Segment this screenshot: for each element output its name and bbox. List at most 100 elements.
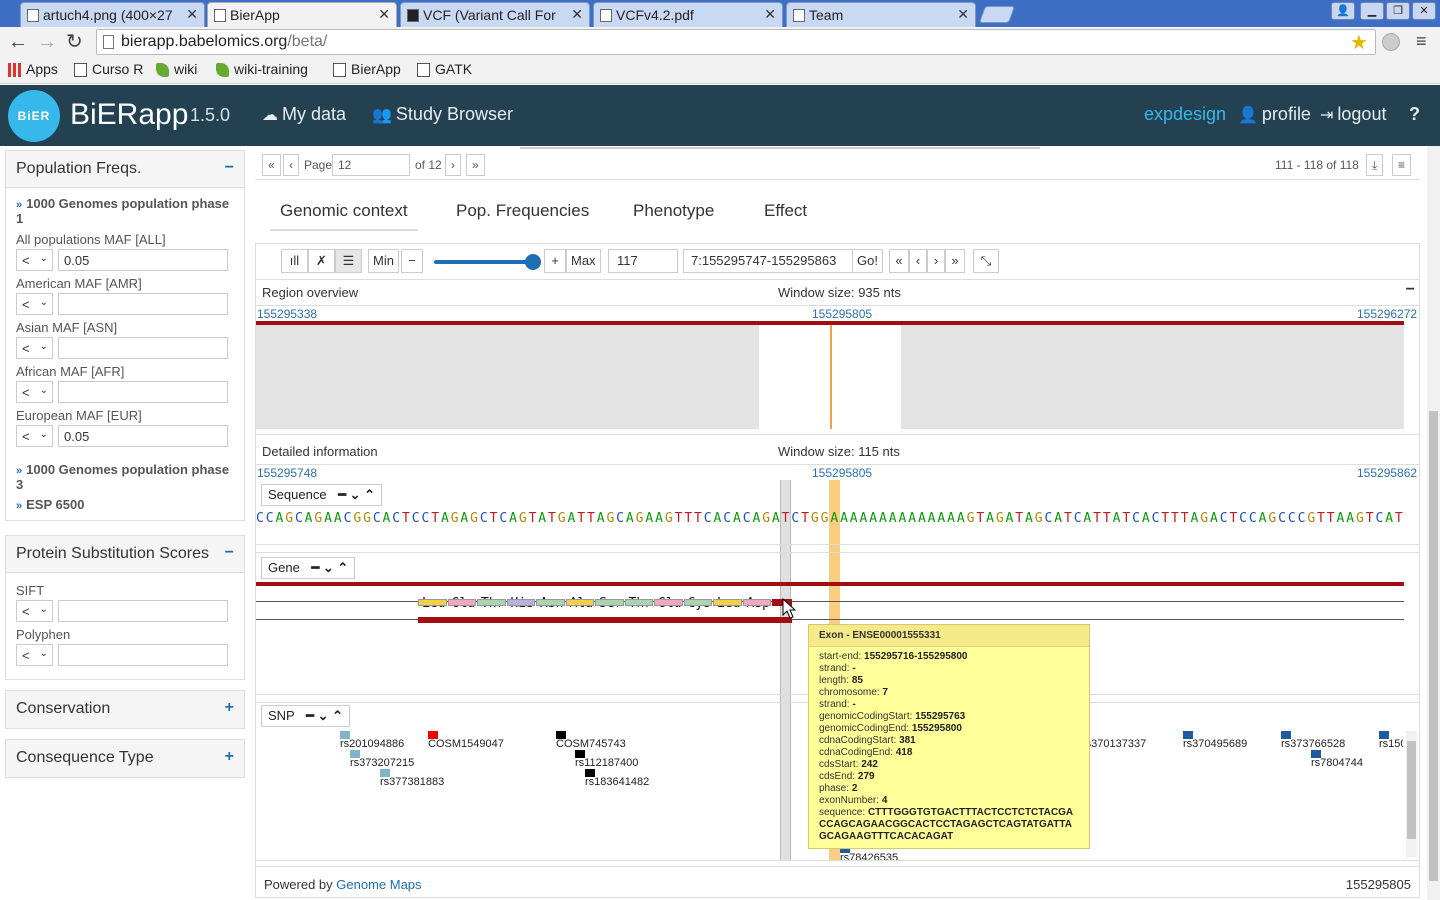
columns-menu-icon[interactable]: ≡ — [1392, 154, 1412, 176]
close-icon[interactable]: ✕ — [957, 6, 969, 23]
forward-arrow-icon[interactable]: → — [37, 31, 57, 53]
group-esp6500[interactable]: » ESP 6500 — [16, 497, 234, 512]
fullscreen-icon[interactable]: ⤡ — [973, 249, 999, 273]
next-page-button[interactable]: › — [445, 154, 461, 176]
chevron-down-icon[interactable]: ⌄ — [350, 487, 361, 502]
bookmark-wiki[interactable]: wiki — [154, 61, 197, 77]
snp-label[interactable]: rs201094886 — [340, 738, 404, 750]
help-icon[interactable]: ? — [1409, 104, 1420, 125]
bookmark-apps[interactable]: Apps — [6, 61, 58, 77]
codon-box[interactable] — [506, 599, 535, 606]
codon-box[interactable] — [624, 599, 653, 606]
scrollbar-thumb[interactable] — [1407, 741, 1416, 839]
move-far-right-icon[interactable]: » — [945, 249, 965, 273]
snp-track-label[interactable]: SNP ━ ⌄ ⌃ — [261, 705, 351, 727]
operator-select[interactable]: < ⌄ — [16, 249, 53, 271]
codon-box[interactable] — [536, 599, 565, 606]
user-icon[interactable]: 👤 — [1331, 2, 1355, 20]
operator-select[interactable]: < ⌄ — [16, 337, 53, 359]
bookmark-wiki-training[interactable]: wiki-training — [214, 61, 308, 77]
zoom-input[interactable]: 117 — [608, 249, 678, 273]
tab-effect[interactable]: Effect — [754, 195, 817, 231]
exon-block[interactable] — [418, 617, 792, 623]
collapse-icon[interactable]: − — [225, 159, 234, 177]
snp-label[interactable]: rs373766528 — [1281, 738, 1345, 750]
operator-select[interactable]: < ⌄ — [16, 600, 53, 622]
zoom-max-button[interactable]: Max — [566, 249, 601, 273]
browser-tab-4[interactable]: VCFv4.2.pdf ✕ — [593, 2, 783, 27]
chevron-up-icon[interactable]: ⌃ — [337, 560, 348, 575]
collapse-icon[interactable]: − — [1406, 281, 1415, 299]
nav-study-browser[interactable]: 👥 Study Browser — [372, 104, 513, 125]
zoom-slider[interactable] — [434, 254, 541, 270]
expand-icon[interactable]: + — [225, 699, 234, 717]
page-scrollbar[interactable] — [1427, 146, 1440, 900]
reload-icon[interactable]: ↻ — [66, 31, 83, 53]
chromosome-toggle-icon[interactable]: ✗ — [308, 249, 335, 273]
snp-label[interactable]: rs112187400 — [575, 757, 638, 769]
polyphen-input[interactable] — [58, 644, 228, 666]
maf-afr-input[interactable] — [58, 381, 228, 403]
bookmark-bierapp[interactable]: BierApp — [331, 61, 401, 77]
snp-label[interactable]: rs78426535 — [840, 852, 898, 864]
snp-label[interactable]: rs183641482 — [585, 776, 649, 788]
codon-box[interactable] — [742, 599, 771, 606]
zoom-in-button[interactable]: + — [544, 249, 566, 273]
maf-amr-input[interactable] — [58, 293, 228, 315]
codon-box[interactable] — [683, 599, 712, 606]
codon-box[interactable] — [418, 599, 447, 606]
go-button[interactable]: Go! — [852, 249, 883, 273]
bookmark-gatk[interactable]: GATK — [415, 61, 472, 77]
zoom-min-button[interactable]: Min — [368, 249, 399, 273]
browser-tab-5[interactable]: Team ✕ — [786, 2, 976, 27]
operator-select[interactable]: < ⌄ — [16, 293, 53, 315]
browser-tab-3[interactable]: VCF (Variant Call For ✕ — [400, 2, 590, 27]
new-tab-button[interactable] — [978, 6, 1016, 23]
nav-my-data[interactable]: ☁ My data — [262, 104, 346, 125]
scrollbar-thumb[interactable] — [1429, 411, 1438, 881]
maf-asn-input[interactable] — [58, 337, 228, 359]
close-icon[interactable]: ✕ — [764, 6, 776, 23]
move-far-left-icon[interactable]: « — [889, 249, 909, 273]
group-1000g-phase1[interactable]: » 1000 Genomes population phase 1 — [16, 196, 234, 226]
app-logo[interactable]: BiER — [8, 90, 60, 142]
minus-icon[interactable]: ━ — [311, 560, 319, 575]
snp-label[interactable]: rs373207215 — [350, 757, 414, 769]
snp-label[interactable]: rs7804744 — [1311, 757, 1363, 769]
region-input[interactable]: 7:155295747-155295863 — [683, 249, 853, 273]
snp-label[interactable]: rs370137337 — [1082, 738, 1146, 750]
tab-pop-frequencies[interactable]: Pop. Frequencies — [446, 195, 599, 231]
operator-select[interactable]: < ⌄ — [16, 425, 53, 447]
chevron-down-icon[interactable]: ⌄ — [323, 560, 334, 575]
back-arrow-icon[interactable]: ← — [8, 31, 28, 53]
chevron-down-icon[interactable]: ⌄ — [318, 708, 329, 723]
prev-page-button[interactable]: ‹ — [283, 154, 299, 176]
snp-label[interactable]: COSM1549047 — [428, 738, 504, 750]
minus-icon[interactable]: ━ — [306, 708, 314, 723]
download-icon[interactable]: ⤓ — [1366, 154, 1384, 176]
codon-box[interactable] — [565, 599, 594, 606]
group-1000g-phase3[interactable]: » 1000 Genomes population phase 3 — [16, 462, 234, 492]
tab-genomic-context[interactable]: Genomic context — [270, 195, 418, 231]
nav-logout[interactable]: ⇥ logout — [1320, 104, 1386, 125]
karyotype-toggle-icon[interactable]: ıll — [281, 249, 308, 273]
bookmark-curso-r[interactable]: Curso R — [72, 61, 143, 77]
zoom-out-button[interactable]: − — [401, 249, 423, 273]
extension-icon[interactable] — [1382, 33, 1400, 51]
snp-label[interactable]: rs150 — [1379, 738, 1403, 750]
collapse-icon[interactable]: − — [225, 544, 234, 562]
slider-handle[interactable] — [525, 254, 541, 270]
address-bar[interactable]: bierapp.babelomics.org/beta/ — [96, 29, 1376, 55]
minimize-button[interactable]: ▁ — [1360, 2, 1384, 20]
codon-box[interactable] — [654, 599, 683, 606]
nav-profile[interactable]: 👤 profile — [1238, 104, 1311, 125]
maf-eur-input[interactable]: 0.05 — [58, 425, 228, 447]
codon-box[interactable] — [595, 599, 624, 606]
snp-scrollbar[interactable] — [1406, 731, 1417, 857]
browser-tab-2[interactable]: BierApp ✕ — [207, 2, 397, 27]
browser-tab-1[interactable]: artuch4.png (400×27 ✕ — [20, 2, 205, 27]
gene-track-label[interactable]: Gene ━ ⌄ ⌃ — [261, 557, 356, 579]
close-icon[interactable]: ✕ — [571, 6, 583, 23]
codon-box[interactable] — [447, 599, 476, 606]
snp-label[interactable]: rs370495689 — [1183, 738, 1247, 750]
